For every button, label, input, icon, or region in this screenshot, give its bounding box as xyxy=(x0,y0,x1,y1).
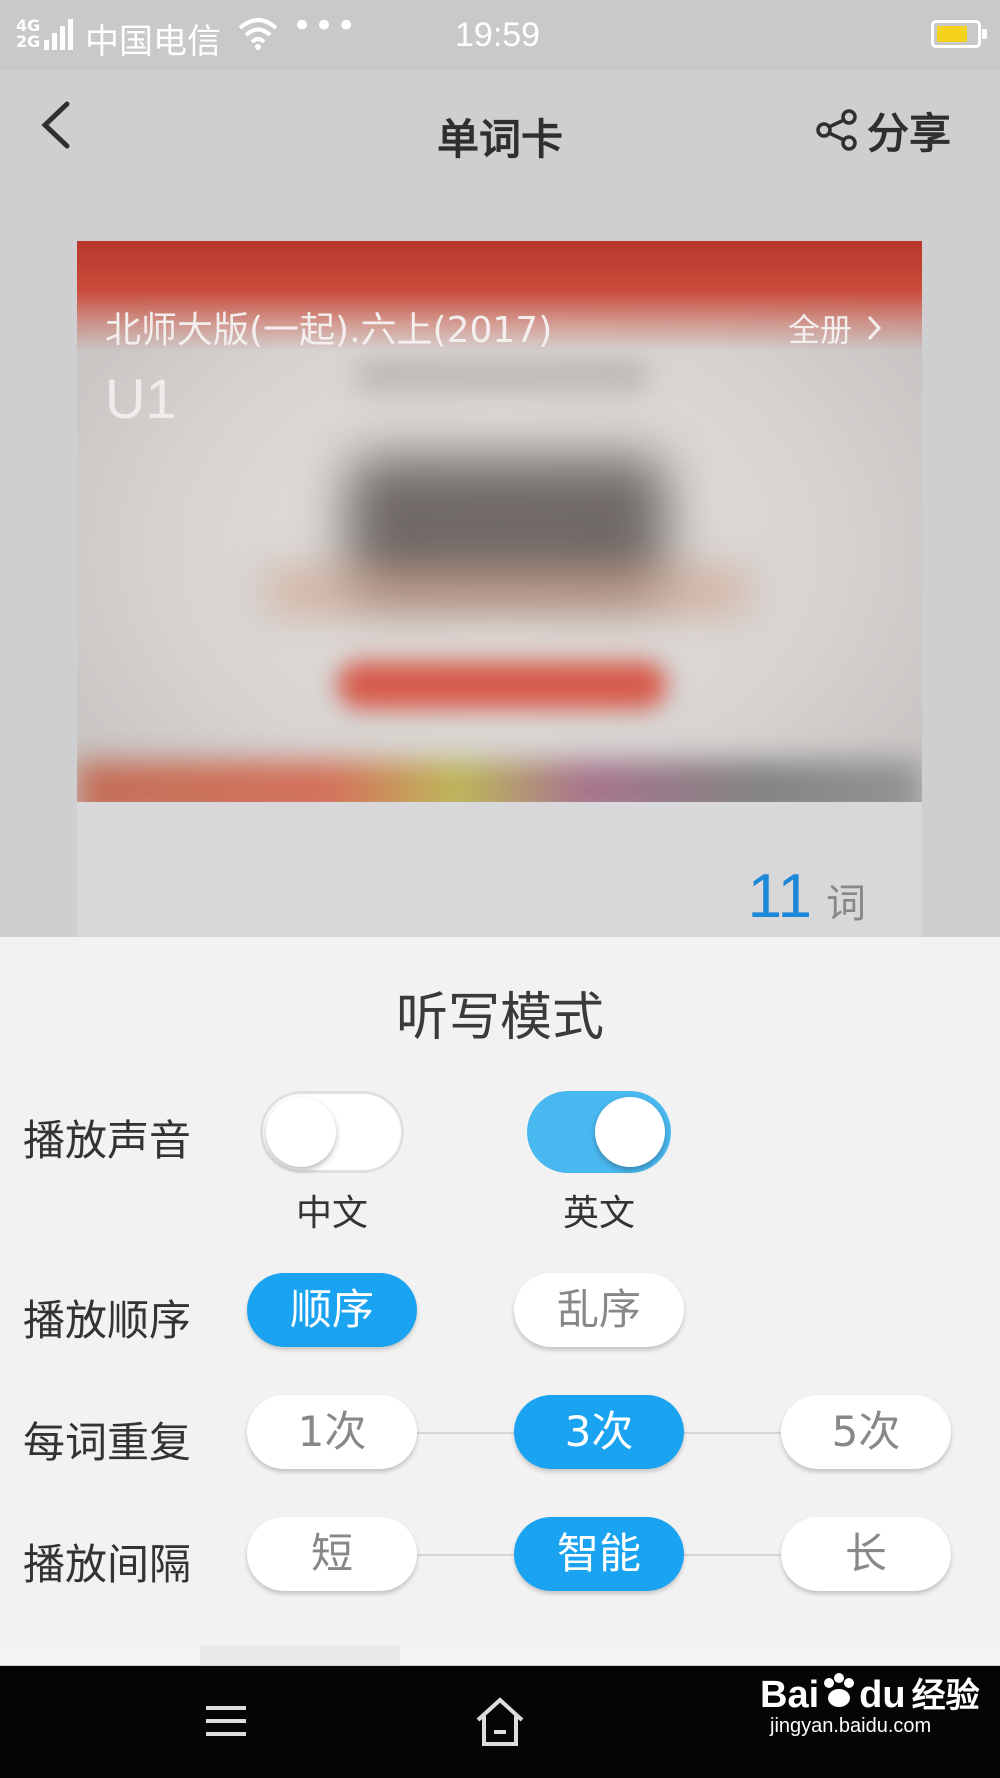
battery-icon xyxy=(931,20,987,48)
repeat-per-word-label: 每词重复 xyxy=(23,1418,192,1467)
status-bar: 4G 2G 中国电信 ••• 19:59 xyxy=(0,0,1000,70)
play-sound-label: 播放声音 xyxy=(23,1116,192,1165)
chevron-right-icon xyxy=(867,315,882,341)
repeat-5-button[interactable]: 5次 xyxy=(781,1395,951,1469)
play-interval-label: 播放间隔 xyxy=(23,1540,192,1589)
interval-long-button[interactable]: 长 xyxy=(781,1517,951,1591)
repeat-3-button[interactable]: 3次 xyxy=(514,1395,684,1469)
option-connector xyxy=(684,1432,781,1434)
unit-label: U1 xyxy=(105,367,177,430)
baidu-jingyan-watermark: Bai du 经验 jingyan.baidu.com xyxy=(760,1668,980,1738)
share-icon xyxy=(816,109,857,151)
book-cover-image: 北师大版(一起).六上(2017) U1 全册 xyxy=(77,241,922,802)
app-header: 单词卡 分享 xyxy=(0,70,1000,190)
toggle-knob xyxy=(266,1097,336,1167)
order-sequential-button[interactable]: 顺序 xyxy=(247,1273,417,1347)
english-toggle-caption: 英文 xyxy=(562,1193,635,1234)
repeat-1-button[interactable]: 1次 xyxy=(247,1395,417,1469)
sheet-title: 听写模式 xyxy=(395,988,604,1048)
more-icon: ••• xyxy=(292,6,359,46)
book-card[interactable]: 北师大版(一起).六上(2017) U1 全册 11 词 xyxy=(77,241,922,941)
dictation-mode-sheet: 听写模式 播放声音 中文 英文 播放顺序 顺序 乱序 每词重复 1次 3次 5次… xyxy=(0,937,1000,1645)
home-icon[interactable] xyxy=(474,1696,526,1748)
word-count-unit: 词 xyxy=(826,881,866,927)
book-title: 北师大版(一起).六上(2017) xyxy=(105,310,553,351)
network-type: 4G 2G xyxy=(16,16,41,51)
chinese-toggle-caption: 中文 xyxy=(295,1193,368,1234)
option-connector xyxy=(417,1432,514,1434)
all-volumes-link[interactable]: 全册 xyxy=(788,305,882,351)
order-random-button[interactable]: 乱序 xyxy=(514,1273,684,1347)
watermark-logo: Bai du 经验 xyxy=(760,1668,980,1717)
share-label: 分享 xyxy=(867,108,952,158)
word-count-number: 11 xyxy=(747,862,812,931)
play-order-label: 播放顺序 xyxy=(23,1296,192,1345)
toggle-knob xyxy=(595,1097,665,1167)
all-volumes-label: 全册 xyxy=(787,311,852,349)
option-connector xyxy=(417,1554,514,1556)
chinese-sound-toggle[interactable] xyxy=(260,1091,404,1173)
clock: 19:59 xyxy=(455,16,541,54)
interval-short-button[interactable]: 短 xyxy=(247,1517,417,1591)
wifi-icon xyxy=(238,18,278,50)
interval-smart-button[interactable]: 智能 xyxy=(514,1517,684,1591)
paw-icon xyxy=(824,1673,855,1707)
word-count: 11 词 xyxy=(748,861,866,932)
english-sound-toggle[interactable] xyxy=(527,1091,671,1173)
carrier-name: 中国电信 xyxy=(85,22,221,62)
option-connector xyxy=(684,1554,781,1556)
share-button[interactable]: 分享 xyxy=(815,100,951,160)
watermark-url: jingyan.baidu.com xyxy=(770,1715,932,1737)
signal-icon xyxy=(44,18,74,50)
menu-icon[interactable] xyxy=(203,1696,249,1746)
